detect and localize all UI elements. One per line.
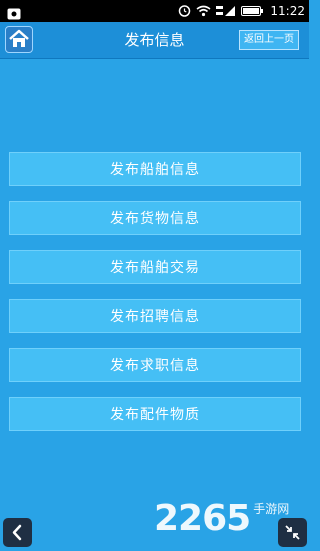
collapse-icon (278, 525, 307, 551)
signal-icon (216, 2, 236, 21)
back-button[interactable]: 返回上一页 (239, 30, 299, 50)
wifi-icon (196, 2, 211, 21)
publish-job-seeking-button[interactable]: 发布求职信息 (9, 348, 301, 382)
publish-recruitment-button[interactable]: 发布招聘信息 (9, 299, 301, 333)
chevron-left-icon (3, 524, 32, 551)
battery-icon (241, 2, 264, 21)
home-button[interactable] (5, 26, 33, 53)
status-time: 11:22 (270, 4, 305, 18)
notification-icon (7, 5, 21, 20)
publish-parts-button[interactable]: 发布配件物质 (9, 397, 301, 431)
app-header: 发布信息 返回上一页 (0, 22, 309, 59)
collapse-button[interactable] (278, 518, 307, 547)
back-nav-button[interactable] (3, 518, 32, 547)
status-bar: 11:22 (0, 0, 309, 22)
publish-ship-info-button[interactable]: 发布船舶信息 (9, 152, 301, 186)
publish-menu: 发布船舶信息 发布货物信息 发布船舶交易 发布招聘信息 发布求职信息 发布配件物… (9, 152, 301, 446)
alarm-icon (178, 2, 191, 21)
publish-cargo-info-button[interactable]: 发布货物信息 (9, 201, 301, 235)
home-icon (6, 29, 32, 56)
watermark: 2265 手游网 (154, 498, 289, 538)
publish-ship-trade-button[interactable]: 发布船舶交易 (9, 250, 301, 284)
watermark-number: 2265 (154, 498, 251, 539)
watermark-suffix: 手游网 (253, 502, 290, 516)
